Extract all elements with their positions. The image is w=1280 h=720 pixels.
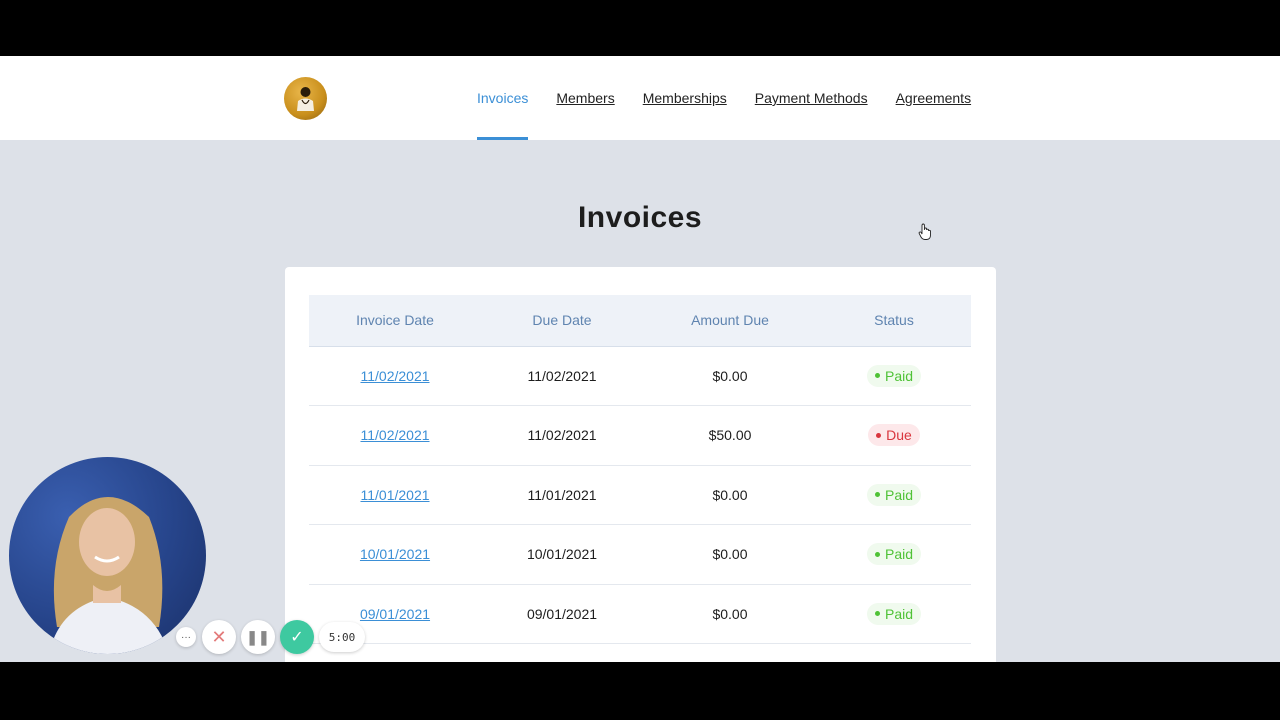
status-label: Paid (884, 486, 914, 503)
amount-due-cell: $0.00 (643, 465, 817, 525)
due-date-cell: 11/01/2021 (481, 465, 643, 525)
brand-logo[interactable] (284, 77, 327, 120)
status-badge: Paid (866, 364, 922, 387)
table-row: 09/01/2021 09/01/2021 $0.00 Paid (309, 584, 971, 644)
status-dot-icon (874, 492, 880, 498)
top-header: Invoices Members Memberships Payment Met… (0, 56, 1280, 140)
status-dot-icon (874, 551, 880, 557)
amount-due-cell: $50.00 (643, 405, 817, 466)
invoice-date-link[interactable]: 11/02/2021 (360, 368, 429, 384)
invoices-table: Invoice Date Due Date Amount Due Status … (309, 295, 971, 644)
due-date-cell: 11/02/2021 (481, 346, 643, 406)
due-date-cell: 10/01/2021 (481, 524, 643, 585)
close-icon[interactable]: ✕ (202, 620, 236, 654)
invoice-date-link[interactable]: 09/01/2021 (360, 606, 430, 622)
status-badge: Paid (866, 543, 922, 566)
amount-due-cell: $0.00 (643, 584, 817, 644)
table-row: 11/01/2021 11/01/2021 $0.00 Paid (309, 465, 971, 525)
status-label: Paid (884, 367, 914, 384)
status-label: Due (886, 427, 912, 444)
doctor-avatar-icon (297, 87, 314, 111)
webcam-bubble[interactable] (9, 457, 206, 654)
more-icon[interactable]: ··· (176, 627, 196, 647)
status-dot-icon (876, 432, 882, 438)
table-row: 11/02/2021 11/02/2021 $0.00 Paid (309, 346, 971, 406)
letterbox-top (0, 0, 1280, 56)
due-date-cell: 09/01/2021 (481, 584, 643, 644)
nav-members[interactable]: Members (556, 56, 614, 140)
status-badge: Due (868, 424, 920, 447)
table-row: 10/01/2021 10/01/2021 $0.00 Paid (309, 524, 971, 585)
invoice-date-link[interactable]: 11/02/2021 (360, 427, 429, 443)
page-title: Invoices (577, 201, 703, 234)
pause-icon[interactable]: ❚❚ (241, 620, 275, 654)
header-status: Status (817, 295, 971, 347)
status-dot-icon (874, 611, 880, 617)
letterbox-bottom (0, 662, 1280, 720)
table-header-row: Invoice Date Due Date Amount Due Status (309, 295, 971, 347)
status-label: Paid (884, 605, 914, 622)
nav-invoices[interactable]: Invoices (477, 56, 529, 140)
status-dot-icon (874, 373, 880, 379)
invoice-date-link[interactable]: 10/01/2021 (360, 546, 430, 562)
invoices-card: Invoice Date Due Date Amount Due Status … (285, 267, 996, 662)
amount-due-cell: $0.00 (643, 346, 817, 406)
status-label: Paid (884, 546, 914, 563)
recording-timer: 5:00 (319, 622, 365, 652)
nav-memberships[interactable]: Memberships (643, 56, 727, 140)
status-badge: Paid (866, 602, 922, 625)
invoice-date-link[interactable]: 11/01/2021 (360, 487, 429, 503)
due-date-cell: 11/02/2021 (481, 405, 643, 466)
amount-due-cell: $0.00 (643, 524, 817, 585)
status-badge: Paid (866, 483, 922, 506)
header-due-date: Due Date (481, 295, 643, 347)
app-viewport: Invoices Members Memberships Payment Met… (0, 56, 1280, 662)
header-amount-due: Amount Due (643, 295, 817, 347)
nav-payment-methods[interactable]: Payment Methods (755, 56, 868, 140)
presenter-avatar (49, 497, 169, 654)
nav-agreements[interactable]: Agreements (896, 56, 971, 140)
table-row: 11/02/2021 11/02/2021 $50.00 Due (309, 405, 971, 466)
main-nav: Invoices Members Memberships Payment Met… (477, 56, 971, 140)
header-invoice-date: Invoice Date (309, 295, 481, 347)
check-icon[interactable]: ✓ (280, 620, 314, 654)
hand-cursor-icon (918, 223, 931, 240)
